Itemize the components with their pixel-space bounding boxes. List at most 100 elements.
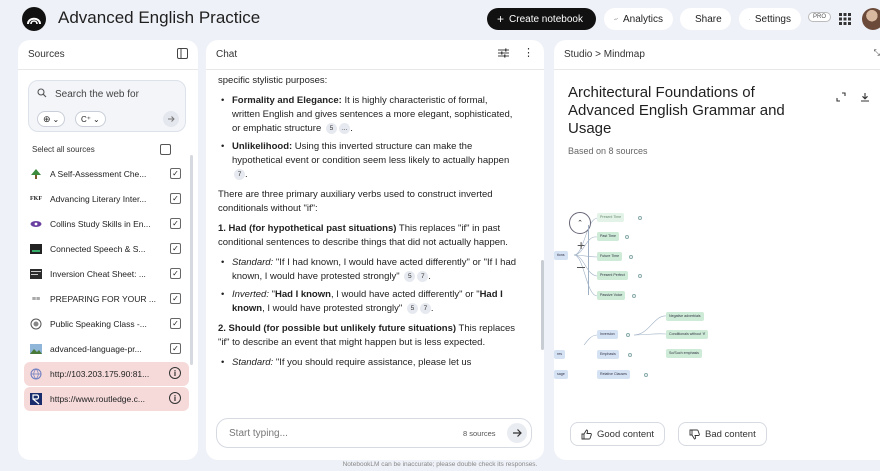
mindmap-node[interactable]: Conditionals without 'if' bbox=[666, 330, 709, 339]
mindmap-node[interactable]: Inversion bbox=[597, 330, 618, 339]
source-item[interactable]: Public Speaking Class -... ✓ bbox=[24, 312, 189, 336]
mindmap-node[interactable]: So/Such emphasis bbox=[666, 349, 702, 358]
mindmap-node-partial[interactable]: res bbox=[554, 350, 565, 359]
sources-panel: Sources Search the web for ⊕ ⌄ C⁺ ⌄ Sele… bbox=[18, 40, 198, 460]
node-expand-dot[interactable] bbox=[628, 353, 632, 357]
source-item-error[interactable]: https://www.routledge.c... i bbox=[24, 387, 189, 411]
mindmap-node[interactable]: Present Time bbox=[597, 213, 625, 222]
error-info-icon[interactable]: i bbox=[169, 367, 181, 379]
tree-icon bbox=[30, 168, 42, 180]
citation-chip[interactable]: ... bbox=[338, 123, 351, 134]
source-item[interactable]: ≡≡ PREPARING FOR YOUR ... ✓ bbox=[24, 287, 189, 311]
create-notebook-button[interactable]: + Create notebook bbox=[487, 8, 596, 30]
mindmap-node[interactable]: Relative Clauses bbox=[597, 370, 630, 379]
node-expand-dot[interactable] bbox=[638, 274, 642, 278]
source-count: 8 sources bbox=[463, 429, 496, 438]
chat-bullet: Formality and Elegance: It is highly cha… bbox=[218, 94, 518, 136]
settings-button[interactable]: Settings bbox=[739, 8, 801, 30]
source-item[interactable]: FKF Advancing Literary Inter... ✓ bbox=[24, 187, 189, 211]
citation-chip[interactable]: 7 bbox=[419, 303, 431, 314]
node-expand-dot[interactable] bbox=[626, 333, 630, 337]
collapse-icon[interactable]: ⤡ bbox=[874, 48, 880, 58]
source-list: A Self-Assessment Che... ✓ FKF Advancing… bbox=[24, 162, 189, 412]
web-search-input[interactable]: Search the web for bbox=[55, 89, 139, 100]
web-source-dropdown[interactable]: ⊕ ⌄ bbox=[37, 111, 66, 127]
share-button[interactable]: Share bbox=[680, 8, 731, 30]
node-expand-dot[interactable] bbox=[632, 294, 636, 298]
expand-icon[interactable] bbox=[836, 92, 846, 102]
apps-grid-icon[interactable] bbox=[838, 12, 852, 26]
citation-chip[interactable]: 5 bbox=[404, 271, 416, 282]
mindmap-canvas[interactable]: ⌃ + tions Present Time Past Time Future … bbox=[554, 165, 754, 359]
document-thumbnail-icon bbox=[30, 268, 42, 280]
citation-chip[interactable]: 5 bbox=[406, 303, 418, 314]
node-expand-dot[interactable] bbox=[638, 216, 642, 220]
source-item[interactable]: A Self-Assessment Che... ✓ bbox=[24, 162, 189, 186]
source-checkbox[interactable]: ✓ bbox=[170, 293, 181, 304]
node-expand-dot[interactable] bbox=[625, 235, 629, 239]
mindmap-node[interactable]: Negative adverbials bbox=[666, 312, 704, 321]
chat-scrollbar[interactable] bbox=[541, 260, 544, 350]
mindmap-node[interactable]: Present Perfect bbox=[597, 271, 628, 280]
mindmap-node-partial[interactable]: sage bbox=[554, 370, 568, 379]
source-checkbox[interactable]: ✓ bbox=[170, 168, 181, 179]
notebook-title[interactable]: Advanced English Practice bbox=[58, 8, 260, 28]
chat-bullet: Standard: "If I had known, I would have … bbox=[218, 256, 518, 284]
download-icon[interactable] bbox=[860, 92, 870, 102]
user-avatar[interactable] bbox=[862, 8, 880, 30]
source-item-error[interactable]: http://103.203.175.90:81... i bbox=[24, 362, 189, 386]
chat-input-box[interactable]: Start typing... 8 sources bbox=[216, 418, 532, 448]
source-checkbox[interactable]: ✓ bbox=[170, 268, 181, 279]
studio-breadcrumb[interactable]: Studio > Mindmap bbox=[564, 49, 645, 60]
send-button[interactable] bbox=[507, 423, 527, 443]
good-content-button[interactable]: Good content bbox=[570, 422, 666, 446]
research-mode-dropdown[interactable]: C⁺ ⌄ bbox=[75, 111, 106, 127]
mindmap-plus-icon[interactable]: + bbox=[577, 238, 585, 252]
chat-bullet-list: Formality and Elegance: It is highly cha… bbox=[218, 94, 518, 182]
source-item[interactable]: Collins Study Skills in En... ✓ bbox=[24, 212, 189, 236]
mindmap-node[interactable]: Future Time bbox=[597, 252, 623, 261]
node-expand-dot[interactable] bbox=[629, 255, 633, 259]
select-all-checkbox[interactable] bbox=[160, 144, 171, 155]
collapse-panel-icon[interactable] bbox=[177, 48, 188, 59]
citation-chip[interactable]: 7 bbox=[234, 169, 245, 180]
mindmap-minus-icon[interactable] bbox=[577, 267, 585, 269]
sources-scrollbar[interactable] bbox=[190, 155, 193, 365]
notebooklm-logo-icon[interactable] bbox=[22, 7, 46, 31]
chat-text: 1. Had (for hypothetical past situations… bbox=[218, 223, 508, 248]
tune-icon[interactable] bbox=[498, 48, 509, 58]
chat-input[interactable]: Start typing... bbox=[229, 428, 288, 439]
chat-bullet: Inverted: "Had I known, I would have act… bbox=[218, 288, 518, 316]
analytics-button[interactable]: Analytics bbox=[604, 8, 673, 30]
image-thumbnail-icon bbox=[30, 343, 42, 355]
eye-logo-icon bbox=[30, 218, 42, 230]
node-expand-dot[interactable] bbox=[644, 373, 648, 377]
source-item[interactable]: advanced-language-pr... ✓ bbox=[24, 337, 189, 361]
mindmap-node[interactable]: Past Time bbox=[597, 232, 619, 241]
source-checkbox[interactable]: ✓ bbox=[170, 343, 181, 354]
search-submit-button[interactable] bbox=[163, 111, 179, 127]
bad-content-button[interactable]: Bad content bbox=[678, 422, 767, 446]
chat-panel: Chat ⋮ specific stylistic purposes: Form… bbox=[206, 40, 544, 460]
more-vert-icon[interactable]: ⋮ bbox=[523, 48, 534, 59]
chat-bullet: Unlikelihood: Using this inverted struct… bbox=[218, 140, 518, 182]
mindmap-node[interactable]: Emphasis bbox=[597, 350, 619, 359]
source-item[interactable]: Connected Speech & S... ✓ bbox=[24, 237, 189, 261]
citation-chip[interactable]: 7 bbox=[417, 271, 429, 282]
source-checkbox[interactable]: ✓ bbox=[170, 243, 181, 254]
mindmap-connectors bbox=[573, 217, 667, 345]
chat-text: specific stylistic purposes: bbox=[218, 75, 328, 86]
error-info-icon[interactable]: i bbox=[169, 392, 181, 404]
mindmap-node-partial[interactable]: tions bbox=[554, 251, 568, 260]
disclaimer-text: NotebookLM can be inaccurate; please dou… bbox=[342, 461, 538, 468]
source-checkbox[interactable]: ✓ bbox=[170, 218, 181, 229]
mindmap-node[interactable]: Passive Voice bbox=[597, 291, 626, 300]
source-item[interactable]: Inversion Cheat Sheet: ... ✓ bbox=[24, 262, 189, 286]
source-checkbox[interactable]: ✓ bbox=[170, 193, 181, 204]
globe-logo-icon bbox=[30, 318, 42, 330]
globe-icon: ⊕ bbox=[43, 113, 51, 124]
citation-chip[interactable]: 5 bbox=[325, 123, 337, 134]
top-bar: Advanced English Practice + Create noteb… bbox=[0, 0, 880, 38]
source-checkbox[interactable]: ✓ bbox=[170, 318, 181, 329]
web-search-box[interactable]: Search the web for ⊕ ⌄ C⁺ ⌄ bbox=[28, 80, 186, 132]
